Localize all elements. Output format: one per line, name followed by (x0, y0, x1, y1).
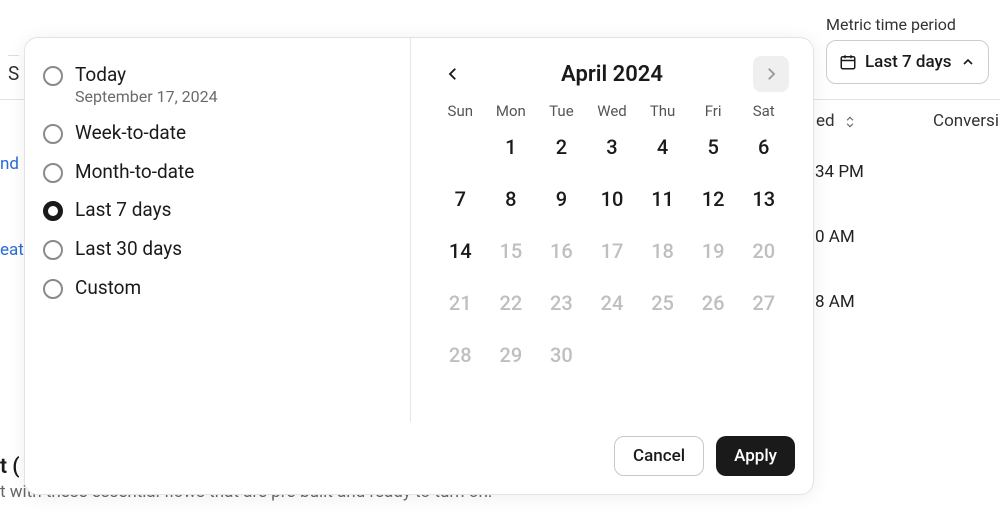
calendar-day[interactable]: 3 (587, 130, 638, 164)
calendar-day[interactable]: 17 (587, 234, 638, 268)
calendar-day[interactable]: 11 (637, 182, 688, 216)
preset-option[interactable]: Week-to-date (43, 114, 392, 153)
radio-icon (43, 279, 63, 299)
weekday-label: Wed (587, 102, 638, 120)
search-fragment: S (8, 55, 19, 85)
calendar-day[interactable]: 18 (637, 234, 688, 268)
calendar-day[interactable]: 2 (536, 130, 587, 164)
chevron-up-icon (960, 54, 976, 70)
calendar-day[interactable]: 4 (637, 130, 688, 164)
table-cell: 0 AM (815, 227, 855, 247)
calendar-month-title: April 2024 (561, 62, 663, 87)
radio-icon (43, 163, 63, 183)
metric-time-period-dropdown[interactable]: Last 7 days (826, 40, 989, 84)
calendar-day[interactable]: 6 (738, 130, 789, 164)
calendar-day[interactable]: 19 (688, 234, 739, 268)
preset-option-label: Last 7 days (75, 199, 171, 222)
weekday-label: Fri (688, 102, 739, 120)
calendar-day[interactable]: 1 (486, 130, 537, 164)
preset-option[interactable]: Last 7 days (43, 191, 392, 230)
calendar-day[interactable]: 20 (738, 234, 789, 268)
table-cell: 34 PM (815, 162, 864, 182)
preset-option-label: Today (75, 64, 218, 87)
link-fragment: eat (0, 240, 24, 260)
radio-icon (43, 66, 63, 86)
preset-option-sublabel: September 17, 2024 (75, 87, 218, 106)
preset-option-label: Month-to-date (75, 161, 194, 184)
calendar-day[interactable]: 5 (688, 130, 739, 164)
calendar-day[interactable]: 28 (435, 338, 486, 372)
weekday-label: Mon (486, 102, 537, 120)
calendar-weekday-row: SunMonTueWedThuFriSat (435, 102, 789, 120)
metric-time-period-label: Metric time period (826, 15, 956, 34)
calendar-day[interactable]: 21 (435, 286, 486, 320)
calendar-day[interactable]: 27 (738, 286, 789, 320)
calendar-blank (435, 130, 486, 164)
preset-option-label: Week-to-date (75, 122, 186, 145)
picker-footer: Cancel Apply (25, 422, 813, 494)
calendar-day[interactable]: 24 (587, 286, 638, 320)
calendar-icon (839, 53, 857, 71)
calendar-day[interactable]: 13 (738, 182, 789, 216)
preset-range-list: TodaySeptember 17, 2024 Week-to-date Month… (25, 38, 411, 422)
preset-option[interactable]: Last 30 days (43, 230, 392, 269)
calendar-day[interactable]: 26 (688, 286, 739, 320)
weekday-label: Sun (435, 102, 486, 120)
calendar-day[interactable]: 9 (536, 182, 587, 216)
calendar-day[interactable]: 14 (435, 234, 486, 268)
calendar-day[interactable]: 22 (486, 286, 537, 320)
calendar-day[interactable]: 15 (486, 234, 537, 268)
calendar-day[interactable]: 25 (637, 286, 688, 320)
calendar-panel: April 2024 SunMonTueWedThuFriSat 1234567… (411, 38, 813, 422)
preset-option-label: Custom (75, 277, 141, 300)
weekday-label: Thu (637, 102, 688, 120)
column-header-edited[interactable]: ed (816, 111, 857, 131)
calendar-day[interactable]: 7 (435, 182, 486, 216)
calendar-days-grid: 1234567891011121314151617181920212223242… (435, 130, 789, 372)
preset-option-label: Last 30 days (75, 238, 182, 261)
column-header-conversions[interactable]: Conversi (933, 111, 999, 131)
calendar-day[interactable]: 10 (587, 182, 638, 216)
date-range-picker: TodaySeptember 17, 2024 Week-to-date Month… (24, 37, 814, 495)
weekday-label: Tue (536, 102, 587, 120)
sort-icon (843, 114, 857, 130)
calendar-day[interactable]: 8 (486, 182, 537, 216)
promo-title-fragment: t ( (0, 455, 20, 479)
preset-option[interactable]: TodaySeptember 17, 2024 (43, 56, 392, 114)
cancel-button[interactable]: Cancel (614, 436, 704, 476)
radio-icon (43, 201, 63, 221)
dropdown-label: Last 7 days (865, 52, 952, 72)
preset-option[interactable]: Month-to-date (43, 153, 392, 192)
calendar-prev-month[interactable] (435, 56, 471, 92)
weekday-label: Sat (738, 102, 789, 120)
calendar-day[interactable]: 29 (486, 338, 537, 372)
calendar-day[interactable]: 23 (536, 286, 587, 320)
calendar-day[interactable]: 12 (688, 182, 739, 216)
column-header-edited-text: ed (816, 111, 835, 131)
calendar-day[interactable]: 30 (536, 338, 587, 372)
preset-option[interactable]: Custom (43, 269, 392, 308)
calendar-next-month[interactable] (753, 56, 789, 92)
table-cell: 8 AM (815, 292, 855, 312)
link-fragment: nd (0, 154, 19, 174)
radio-icon (43, 240, 63, 260)
calendar-day[interactable]: 16 (536, 234, 587, 268)
apply-button[interactable]: Apply (716, 436, 795, 476)
radio-icon (43, 124, 63, 144)
